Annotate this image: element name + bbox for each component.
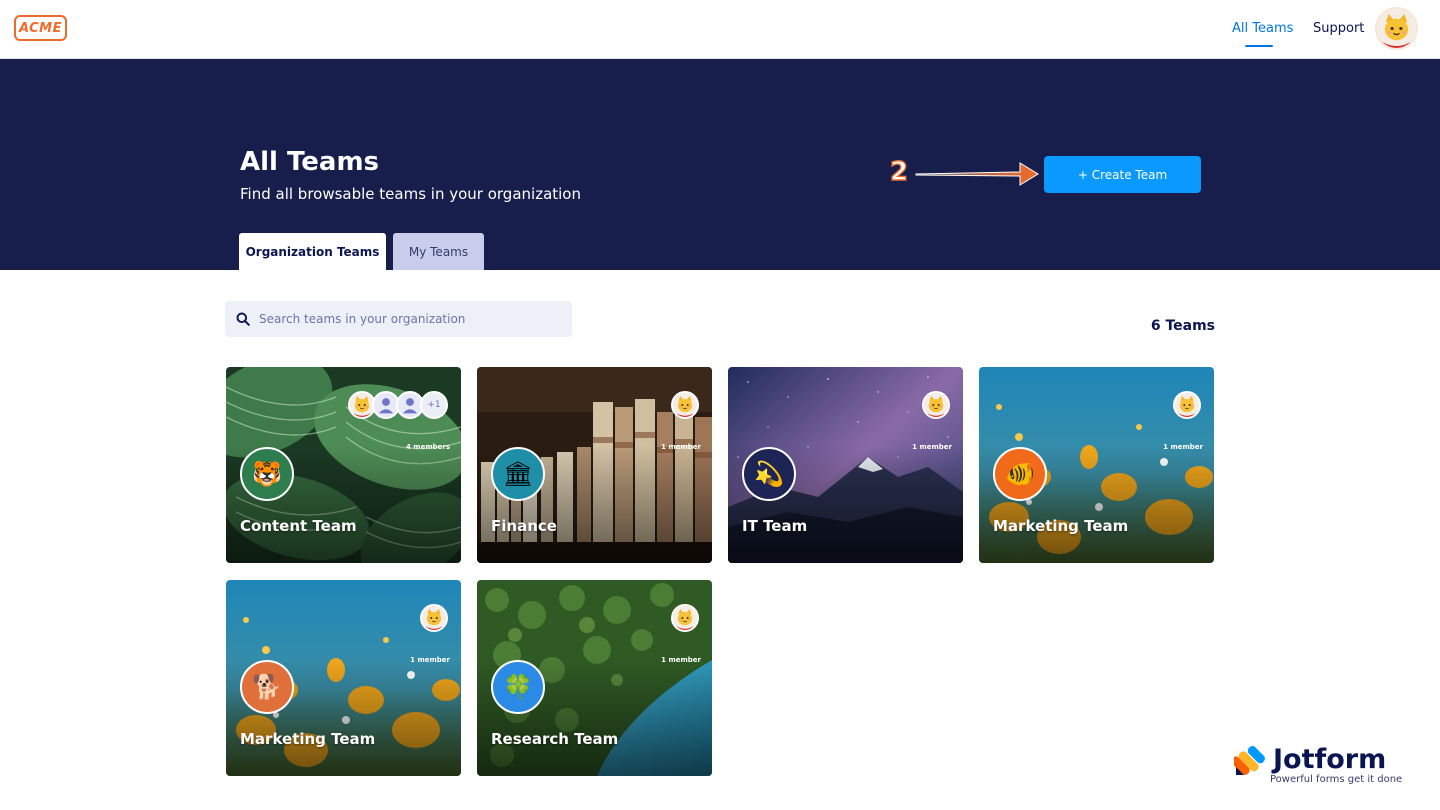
page-title: All Teams [240,147,380,177]
jotform-logo-icon [1234,746,1265,775]
tab-organization-teams[interactable]: Organization Teams [239,233,386,270]
tab-my-teams[interactable]: My Teams [393,233,484,270]
search-input[interactable] [259,312,559,326]
member-avatar [671,391,699,419]
shooting-star-icon: 💫 [742,447,796,501]
bank-icon: 🏛 [491,447,545,501]
orange-arrow-icon [915,162,1039,186]
active-nav-indicator [1245,45,1273,47]
team-name: Content Team [240,517,357,535]
page-subtitle: Find all browsable teams in your organiz… [240,185,581,203]
jotform-wordmark: Jotform [1273,744,1387,775]
tiger-icon: 🐯 [240,447,294,501]
team-count: 6 Teams [1150,318,1215,334]
step-marker: 2 [889,156,909,187]
search-icon [236,312,250,326]
team-name: IT Team [742,517,808,535]
member-count: 1 member [912,443,952,451]
extra-members-badge: +1 [420,391,448,419]
nav-all-teams[interactable]: All Teams [1232,21,1293,36]
top-navigation: ACME All Teams Support [0,0,1440,59]
create-team-button[interactable]: + Create Team [1044,156,1201,193]
acme-logo[interactable]: ACME [14,15,67,41]
member-avatar [671,604,699,632]
jotform-tagline: Powerful forms get it done [1270,774,1403,785]
member-count: 4 members [405,443,450,451]
clover-icon: 🍀 [491,660,545,714]
team-card-it[interactable]: 1 member 💫 IT Team [728,367,963,563]
team-name: Finance [491,517,557,535]
member-avatar [420,604,448,632]
team-card-finance[interactable]: 1 member 🏛 Finance [477,367,712,563]
team-name: Research Team [491,730,619,748]
user-avatar[interactable] [1375,7,1418,50]
member-avatar [1173,391,1201,419]
fish-icon: 🐠 [993,447,1047,501]
search-box [225,301,572,337]
member-count: 1 member [410,656,450,664]
member-avatar [922,391,950,419]
dog-icon: 🐕 [240,660,294,714]
member-count: 1 member [661,656,701,664]
team-card-marketing[interactable]: 1 member 🐠 Marketing Team [979,367,1214,563]
team-card-marketing-2[interactable]: 1 member 🐕 Marketing Team [226,580,461,776]
team-name: Marketing Team [993,517,1129,535]
member-count: 1 member [661,443,701,451]
team-card-content[interactable]: +1 4 members 🐯 Content Team [226,367,461,563]
cat-avatar-icon [1377,9,1416,48]
nav-support[interactable]: Support [1313,21,1364,36]
team-name: Marketing Team [240,730,376,748]
team-card-research[interactable]: 1 member 🍀 Research Team [477,580,712,776]
member-count: 1 member [1163,443,1203,451]
hero-banner: All Teams Find all browsable teams in yo… [0,59,1440,270]
